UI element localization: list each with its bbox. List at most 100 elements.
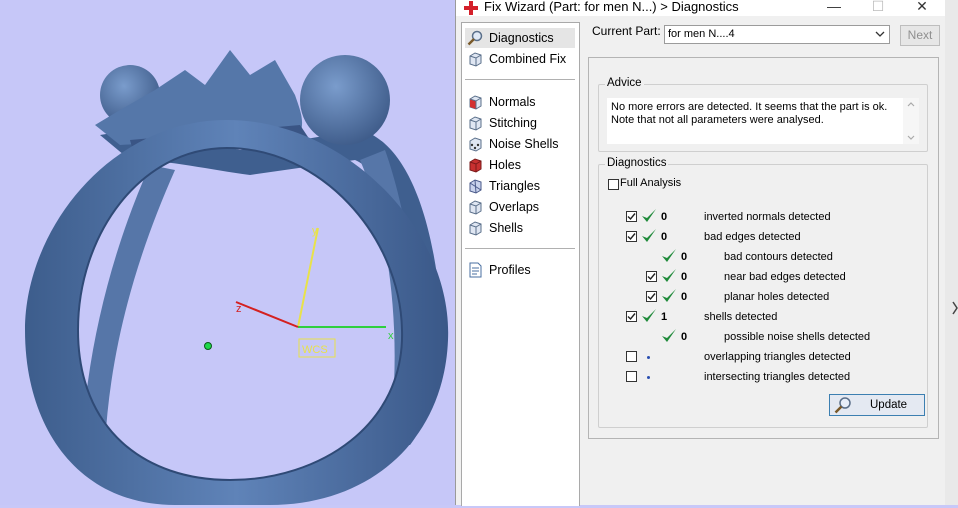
diagnostic-count: 0 bbox=[661, 211, 668, 223]
sidebar-item-label: Noise Shells bbox=[489, 137, 559, 151]
full-analysis-checkbox[interactable] bbox=[608, 179, 619, 190]
sidebar-item-overlaps[interactable]: Overlaps bbox=[465, 197, 575, 217]
diagnostic-row: overlapping triangles detected bbox=[599, 348, 919, 368]
diagnostic-checkbox[interactable] bbox=[626, 371, 637, 382]
wizard-sidebar: Diagnostics Combined Fix Normals Stitchi… bbox=[461, 22, 580, 506]
check-ok-icon bbox=[661, 328, 677, 344]
diagnostic-label: bad edges detected bbox=[704, 231, 801, 243]
check-ok-icon bbox=[661, 268, 677, 284]
sidebar-item-label: Profiles bbox=[489, 263, 531, 277]
diagnostic-checkbox[interactable] bbox=[646, 271, 657, 282]
z-axis bbox=[235, 301, 299, 328]
diagnostic-checkbox[interactable] bbox=[626, 211, 637, 222]
3d-viewport[interactable]: y x z WCS bbox=[0, 0, 455, 505]
arrow-right-icon bbox=[952, 301, 958, 315]
sidebar-divider bbox=[465, 79, 575, 80]
check-ok-icon bbox=[641, 208, 657, 224]
update-button-label: Update bbox=[870, 399, 908, 411]
pending-dot-icon bbox=[647, 356, 650, 359]
diagnostic-checkbox[interactable] bbox=[626, 351, 637, 362]
fix-wizard-window: Fix Wizard (Part: for men N...) > Diagno… bbox=[455, 0, 946, 506]
sidebar-item-noise-shells[interactable]: Noise Shells bbox=[465, 134, 575, 154]
cube-icon bbox=[469, 52, 482, 67]
sidebar-item-label: Stitching bbox=[489, 116, 537, 130]
diagnostic-label: planar holes detected bbox=[724, 291, 830, 303]
window-title: Fix Wizard (Part: for men N...) > Diagno… bbox=[484, 0, 739, 14]
sidebar-item-stitching[interactable]: Stitching bbox=[465, 113, 575, 133]
diagnostic-row: 0 bad contours detected bbox=[599, 248, 919, 268]
diagnostics-panel: Advice No more errors are detected. It s… bbox=[588, 57, 939, 439]
diagnostic-label: possible noise shells detected bbox=[724, 331, 871, 343]
diagnostic-row: 0 planar holes detected bbox=[599, 288, 919, 308]
check-ok-icon bbox=[641, 228, 657, 244]
diagnostic-row: 0 inverted normals detected bbox=[599, 208, 919, 228]
diagnostic-row: 0 near bad edges detected bbox=[599, 268, 919, 288]
sidebar-item-triangles[interactable]: Triangles bbox=[465, 176, 575, 196]
check-ok-icon bbox=[641, 308, 657, 324]
diagnostic-row: 0 possible noise shells detected bbox=[599, 328, 919, 348]
diagnostic-row: intersecting triangles detected bbox=[599, 368, 919, 388]
current-part-select[interactable]: for men N....4 bbox=[664, 25, 890, 44]
sidebar-item-label: Combined Fix bbox=[489, 52, 567, 66]
close-button[interactable]: ✕ bbox=[900, 0, 944, 16]
diagnostic-label: shells detected bbox=[704, 311, 778, 323]
red-cross-icon bbox=[464, 1, 478, 15]
cube-icon bbox=[469, 179, 482, 194]
sidebar-item-profiles[interactable]: Profiles bbox=[465, 260, 575, 280]
diagnostics-title: Diagnostics bbox=[605, 157, 669, 169]
sidebar-item-label: Holes bbox=[489, 158, 521, 172]
cube-icon bbox=[469, 200, 482, 215]
current-part-value: for men N....4 bbox=[668, 28, 735, 40]
advice-textbox[interactable]: No more errors are detected. It seems th… bbox=[607, 98, 919, 144]
cube-red-icon bbox=[469, 158, 482, 173]
diagnostic-label: near bad edges detected bbox=[724, 271, 846, 283]
advice-text: No more errors are detected. It seems th… bbox=[611, 101, 888, 126]
sidebar-item-shells[interactable]: Shells bbox=[465, 218, 575, 238]
diagnostic-checkbox[interactable] bbox=[646, 291, 657, 302]
sidebar-item-diagnostics[interactable]: Diagnostics bbox=[465, 28, 575, 48]
diagnostic-row: 1 shells detected bbox=[599, 308, 919, 328]
sidebar-item-label: Diagnostics bbox=[489, 31, 554, 45]
y-axis bbox=[297, 227, 319, 328]
advice-title: Advice bbox=[605, 77, 644, 89]
sidebar-item-label: Normals bbox=[489, 95, 536, 109]
sidebar-item-label: Overlaps bbox=[489, 200, 540, 214]
current-part-label: Current Part: bbox=[592, 24, 661, 38]
x-axis-label: x bbox=[388, 330, 394, 342]
cube-red-face-icon bbox=[469, 95, 482, 110]
maximize-button[interactable]: ☐ bbox=[856, 0, 900, 16]
update-button[interactable]: Update bbox=[829, 394, 925, 416]
diagnostic-row: 0 bad edges detected bbox=[599, 228, 919, 248]
advice-scrollbar[interactable] bbox=[903, 98, 919, 144]
advice-group: Advice No more errors are detected. It s… bbox=[598, 77, 928, 152]
pending-dot-icon bbox=[647, 376, 650, 379]
diagnostic-count: 0 bbox=[681, 271, 688, 283]
diagnostic-checkbox[interactable] bbox=[626, 311, 637, 322]
diagnostic-count: 1 bbox=[661, 311, 668, 323]
chevron-down-icon bbox=[875, 31, 885, 37]
origin-marker bbox=[204, 342, 212, 350]
cube-dots-icon bbox=[469, 137, 482, 152]
diagnostic-label: overlapping triangles detected bbox=[704, 351, 851, 363]
diagnostics-group: Diagnostics Full Analysis 0 inverted norm… bbox=[598, 157, 928, 428]
diagnostic-count: 0 bbox=[661, 231, 668, 243]
sidebar-item-combined-fix[interactable]: Combined Fix bbox=[465, 49, 575, 69]
scroll-arrows-icon bbox=[907, 102, 915, 140]
title-bar[interactable]: Fix Wizard (Part: for men N...) > Diagno… bbox=[456, 0, 946, 16]
sidebar-item-normals[interactable]: Normals bbox=[465, 92, 575, 112]
z-axis-label: z bbox=[236, 303, 242, 315]
minimize-button[interactable]: — bbox=[812, 0, 856, 16]
diagnostic-count: 0 bbox=[681, 331, 688, 343]
sidebar-divider bbox=[465, 248, 575, 249]
sidebar-item-holes[interactable]: Holes bbox=[465, 155, 575, 175]
check-ok-icon bbox=[661, 248, 677, 264]
diagnostic-label: bad contours detected bbox=[724, 251, 833, 263]
next-button[interactable]: Next bbox=[900, 25, 940, 46]
diagnostic-checkbox[interactable] bbox=[626, 231, 637, 242]
diagnostic-count: 0 bbox=[681, 291, 688, 303]
background-edge bbox=[945, 0, 958, 505]
sidebar-item-label: Shells bbox=[489, 221, 524, 235]
sidebar-item-label: Triangles bbox=[489, 179, 540, 193]
document-icon bbox=[469, 262, 482, 278]
magnifier-icon bbox=[834, 397, 851, 414]
